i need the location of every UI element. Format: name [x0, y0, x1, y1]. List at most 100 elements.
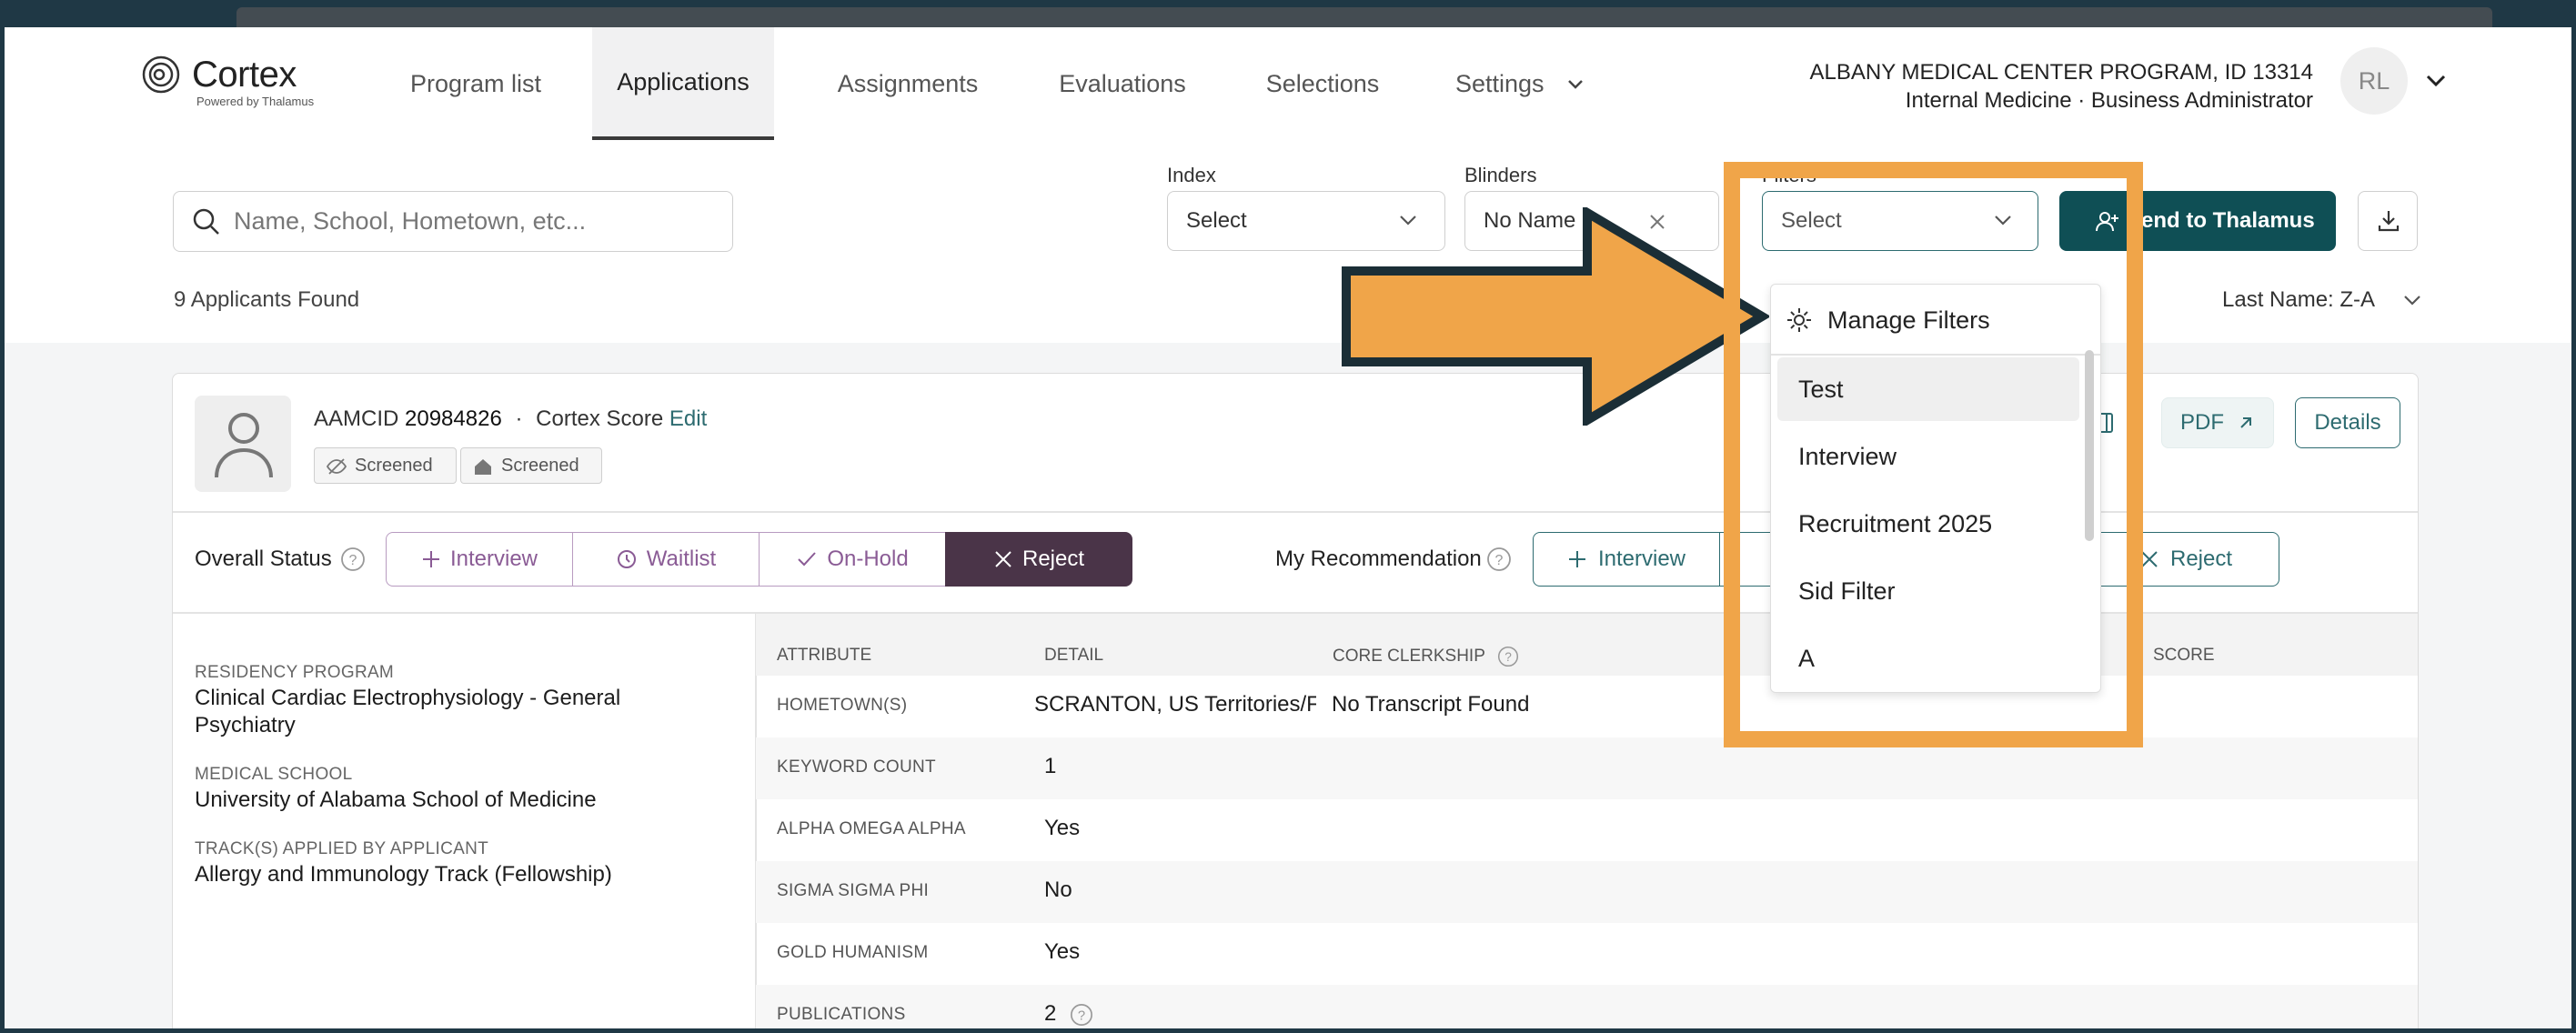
send-button-label: end to Thalamus	[2141, 208, 2315, 233]
row-attribute: SIGMA SIGMA PHI	[777, 881, 930, 900]
row-attribute: PUBLICATIONS	[777, 1005, 906, 1024]
separator-dot: ·	[515, 406, 523, 431]
brand-name[interactable]: Cortex	[192, 55, 297, 95]
status-interview-button[interactable]: Interview	[386, 532, 573, 587]
help-icon[interactable]: ?	[340, 547, 366, 572]
account-chevron-icon[interactable]	[2424, 71, 2448, 91]
help-icon[interactable]: ?	[1497, 646, 1519, 667]
nav-settings-label: Settings	[1455, 69, 1545, 97]
screened-home-badge: Screened	[460, 447, 602, 484]
filter-option-test[interactable]: Test	[1771, 357, 2102, 421]
edit-score-link[interactable]: Edit	[669, 406, 707, 431]
org-name: ALBANY MEDICAL CENTER PROGRAM, ID 13314	[1809, 60, 2314, 85]
residency-program-value: Clinical Cardiac Electrophysiology - Gen…	[195, 686, 621, 737]
row-attribute: ALPHA OMEGA ALPHA	[777, 819, 966, 838]
eye-off-icon	[326, 458, 347, 475]
row-detail: Yes	[1044, 939, 1081, 964]
filter-option-recruitment-2025[interactable]: Recruitment 2025	[1771, 492, 2102, 556]
table-row: SIGMA SIGMA PHI No	[756, 861, 2418, 923]
status-onhold-button[interactable]: On-Hold	[759, 532, 946, 587]
screened-badge: Screened	[314, 447, 457, 484]
applicant-id-line: AAMCID 20984826 · Cortex Score Edit	[314, 406, 707, 432]
nav-applications[interactable]: Applications	[592, 27, 774, 140]
sort-select[interactable]: Last Name: Z-A	[2222, 287, 2423, 313]
status-waitlist-button[interactable]: Waitlist	[572, 532, 760, 587]
org-role: Internal Medicine · Business Administrat…	[1905, 88, 2313, 113]
cortex-score-label: Cortex Score	[536, 406, 664, 431]
pdf-button[interactable]: PDF	[2161, 397, 2274, 448]
brand-tagline: Powered by Thalamus	[196, 95, 315, 108]
search-box	[173, 191, 733, 252]
search-icon	[193, 208, 219, 235]
status-reject-label: Reject	[1021, 547, 1085, 571]
my-recommendation-label: My Recommendation	[1275, 547, 1482, 571]
rec-interview-label: Interview	[1597, 547, 1686, 571]
manage-filters-item[interactable]: Manage Filters	[1771, 288, 2102, 352]
home-icon	[475, 459, 491, 475]
filter-option-sid-filter[interactable]: Sid Filter	[1771, 559, 2102, 623]
help-icon[interactable]: ?	[1486, 547, 1512, 572]
check-icon	[798, 552, 817, 567]
col-core-clerkship-label: CORE CLERKSHIP	[1333, 647, 1485, 667]
org-info: ALBANY MEDICAL CENTER PROGRAM, ID 13314 …	[1810, 58, 2314, 115]
applicants-count: 9 Applicants Found	[174, 287, 360, 312]
col-detail: DETAIL	[1044, 646, 1104, 665]
row-attribute: GOLD HUMANISM	[777, 943, 929, 962]
aamcid-value: 20984826	[405, 406, 502, 431]
col-attribute: ATTRIBUTE	[777, 646, 872, 665]
cortex-logo-icon	[142, 55, 180, 94]
index-select-value: Select	[1186, 208, 1247, 233]
help-icon[interactable]: ?	[1070, 1003, 1093, 1027]
close-icon	[995, 551, 1011, 567]
row-detail: No	[1044, 878, 1072, 902]
medical-school-label: MEDICAL SCHOOL	[195, 765, 353, 784]
svg-text:?: ?	[1504, 650, 1512, 664]
rec-interview-button[interactable]: Interview	[1533, 532, 1720, 587]
rec-reject-label: Reject	[2169, 547, 2233, 571]
nav-program-list[interactable]: Program list	[385, 27, 567, 140]
nav-evaluations[interactable]: Evaluations	[1046, 27, 1199, 140]
table-row: PUBLICATIONS 2 ?	[756, 985, 2418, 1028]
chevron-down-icon	[2404, 295, 2421, 306]
dropdown-scrollbar[interactable]	[2085, 350, 2094, 541]
status-reject-button[interactable]: Reject	[945, 532, 1132, 587]
search-input[interactable]	[234, 192, 716, 250]
sort-select-value: Last Name: Z-A	[2222, 287, 2374, 312]
filter-option-a[interactable]: A	[1771, 627, 2102, 690]
browser-top-strip	[236, 7, 2492, 27]
chevron-down-icon	[1567, 80, 1583, 89]
filters-dropdown: Manage Filters Test Interview Recruitmen…	[1770, 284, 2101, 693]
dropdown-divider	[1771, 354, 2100, 356]
page: Cortex Powered by Thalamus Program list …	[5, 27, 2571, 1028]
gear-icon	[1787, 308, 1811, 332]
applicant-photo	[195, 396, 291, 492]
screened-badge-label: Screened	[355, 455, 433, 476]
table-row: ALPHA OMEGA ALPHA Yes	[756, 799, 2418, 861]
nav-assignments[interactable]: Assignments	[814, 27, 1001, 140]
row-detail: 1	[1044, 754, 1057, 778]
screened-home-badge-label: Screened	[501, 455, 579, 476]
filter-option-interview[interactable]: Interview	[1771, 425, 2102, 488]
row-attribute: HOMETOWN(S)	[777, 696, 908, 715]
row-detail: Yes	[1044, 816, 1081, 840]
plus-icon	[422, 551, 439, 567]
table-row: KEYWORD COUNT 1	[756, 737, 2418, 799]
table-header	[756, 614, 2418, 676]
download-button[interactable]	[2358, 191, 2418, 251]
row-attribute: KEYWORD COUNT	[777, 757, 936, 777]
details-button[interactable]: Details	[2295, 397, 2400, 448]
nav-settings[interactable]: Settings	[1455, 27, 1601, 140]
status-interview-label: Interview	[449, 547, 538, 571]
blinders-label: Blinders	[1464, 164, 1537, 186]
svg-text:?: ?	[1495, 553, 1504, 568]
avatar[interactable]: RL	[2340, 47, 2408, 115]
table-row: HOMETOWN(S) SCRANTON, US Territories/F N…	[756, 676, 2418, 737]
download-icon	[2378, 211, 2400, 232]
user-icon	[215, 413, 273, 478]
plus-icon	[1568, 551, 1585, 567]
status-waitlist-label: Waitlist	[646, 547, 717, 571]
row-detail: 2	[1044, 1001, 1057, 1026]
table-row: GOLD HUMANISM Yes	[756, 923, 2418, 985]
aamcid-label: AAMCID	[314, 406, 399, 431]
nav-selections[interactable]: Selections	[1249, 27, 1396, 140]
